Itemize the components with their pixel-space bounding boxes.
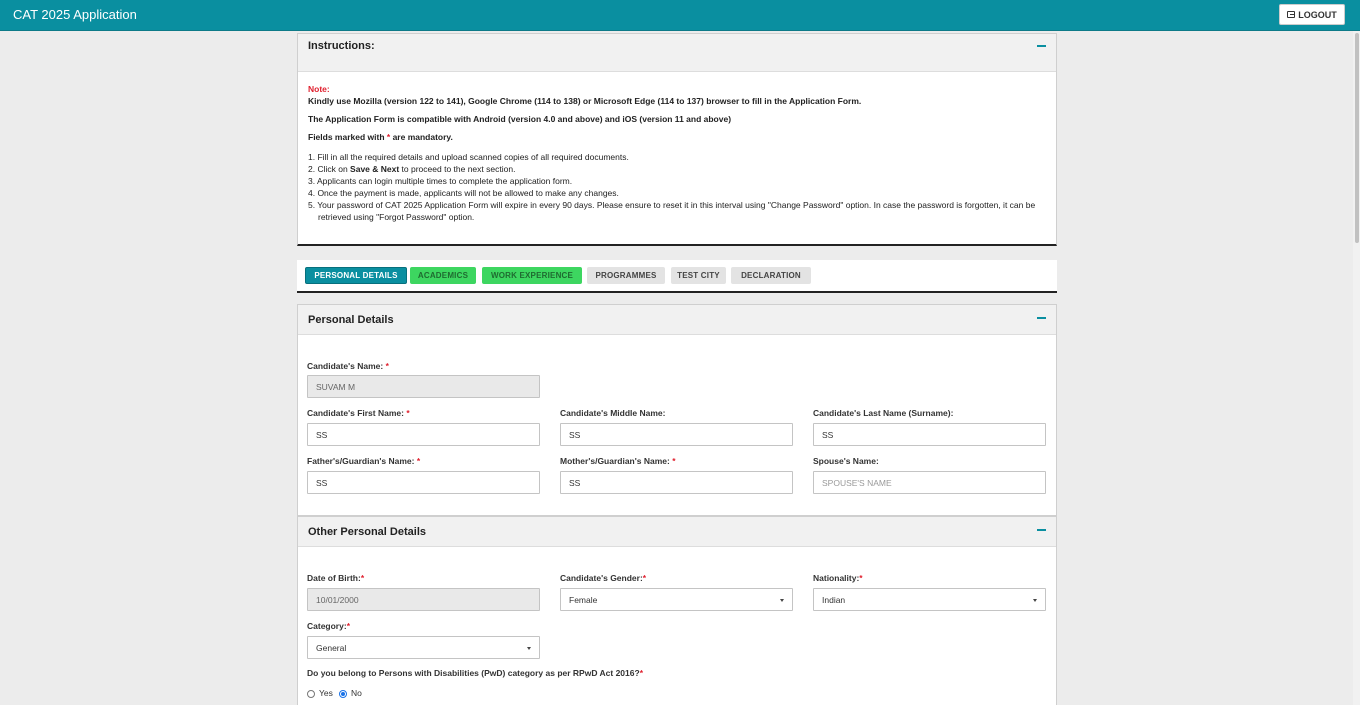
tab-declaration[interactable]: DECLARATION	[731, 267, 811, 284]
nationality-select[interactable]: Indian	[813, 588, 1046, 611]
tab-programmes[interactable]: PROGRAMMES	[587, 267, 665, 284]
chevron-down-icon	[780, 599, 784, 602]
category-select[interactable]: General	[307, 636, 540, 659]
middle-name-label: Candidate's Middle Name:	[560, 408, 666, 418]
personal-details-header[interactable]: Personal Details	[298, 305, 1056, 335]
middle-name-field[interactable]: SS	[560, 423, 793, 446]
compat-note: The Application Form is compatible with …	[308, 114, 732, 124]
pwd-yes-radio[interactable]	[307, 690, 315, 698]
collapse-icon[interactable]	[1037, 317, 1046, 319]
mother-name-field[interactable]: SS	[560, 471, 793, 494]
note-label: Note:	[308, 84, 330, 94]
category-label: Category:*	[307, 621, 350, 631]
browser-note: Kindly use Mozilla (version 122 to 141),…	[308, 96, 862, 106]
other-details-title: Other Personal Details	[308, 526, 426, 538]
logout-button[interactable]: LOGOUT	[1279, 4, 1345, 25]
last-name-field[interactable]: SS	[813, 423, 1046, 446]
tab-personal-details[interactable]: PERSONAL DETAILS	[305, 267, 407, 284]
pwd-no-label: No	[351, 688, 362, 698]
mother-name-label: Mother's/Guardian's Name: *	[560, 456, 676, 466]
candidate-name-label: Candidate's Name: *	[307, 361, 389, 371]
father-name-label: Father's/Guardian's Name: *	[307, 456, 421, 466]
spouse-name-field[interactable]: SPOUSE'S NAME	[813, 471, 1046, 494]
section-tabs: PERSONAL DETAILS ACADEMICS WORK EXPERIEN…	[297, 260, 1057, 293]
other-details-header[interactable]: Other Personal Details	[298, 517, 1056, 547]
father-name-field[interactable]: SS	[307, 471, 540, 494]
instruction-list: 1. Fill in all the required details and …	[308, 151, 1048, 223]
list-item: 1. Fill in all the required details and …	[308, 152, 629, 162]
pwd-yes-label: Yes	[319, 688, 333, 698]
pwd-no-radio[interactable]	[339, 690, 347, 698]
tab-work-experience[interactable]: WORK EXPERIENCE	[482, 267, 582, 284]
instructions-panel: Instructions: Note: Kindly use Mozilla (…	[297, 33, 1057, 246]
mandatory-note: Fields marked with * are mandatory.	[308, 132, 453, 142]
first-name-field[interactable]: SS	[307, 423, 540, 446]
pwd-label: Do you belong to Persons with Disabiliti…	[307, 668, 643, 678]
app-header: CAT 2025 Application LOGOUT	[0, 0, 1360, 31]
personal-details-title: Personal Details	[308, 314, 394, 326]
collapse-icon[interactable]	[1037, 45, 1046, 47]
instructions-title: Instructions:	[308, 40, 375, 52]
tab-academics[interactable]: ACADEMICS	[410, 267, 476, 284]
last-name-label: Candidate's Last Name (Surname):	[813, 408, 954, 418]
list-item: 3. Applicants can login multiple times t…	[308, 176, 573, 186]
nationality-label: Nationality:*	[813, 573, 863, 583]
chevron-down-icon	[527, 647, 531, 650]
tab-test-city[interactable]: TEST CITY	[671, 267, 726, 284]
dob-label: Date of Birth:*	[307, 573, 365, 583]
collapse-icon[interactable]	[1037, 529, 1046, 531]
gender-label: Candidate's Gender:*	[560, 573, 647, 583]
first-name-label: Candidate's First Name: *	[307, 408, 410, 418]
chevron-down-icon	[1033, 599, 1037, 602]
app-title: CAT 2025 Application	[13, 7, 137, 22]
list-item: 5. Your password of CAT 2025 Application…	[308, 200, 1036, 222]
candidate-name-field[interactable]: SUVAM M	[307, 375, 540, 398]
gender-select[interactable]: Female	[560, 588, 793, 611]
scrollbar-thumb[interactable]	[1355, 33, 1359, 243]
list-item: 4. Once the payment is made, applicants …	[308, 188, 619, 198]
logout-icon	[1287, 11, 1296, 18]
logout-label: LOGOUT	[1298, 9, 1337, 20]
dob-field[interactable]: 10/01/2000	[307, 588, 540, 611]
spouse-name-label: Spouse's Name:	[813, 456, 879, 466]
instructions-body: Note: Kindly use Mozilla (version 122 to…	[308, 83, 1048, 223]
list-item: 2. Click on Save & Next to proceed to th…	[308, 164, 516, 174]
instructions-header[interactable]: Instructions:	[298, 34, 1056, 72]
